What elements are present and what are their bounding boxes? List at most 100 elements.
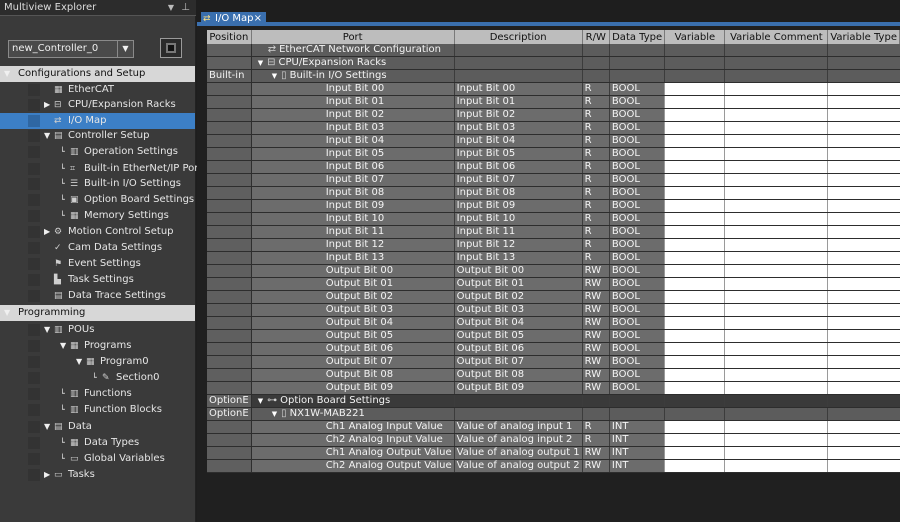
variable-comment-cell[interactable] <box>724 56 828 70</box>
table-row[interactable]: Input Bit 12 Input Bit 12 R BOOL <box>207 238 900 252</box>
variable-comment-cell[interactable] <box>724 355 828 369</box>
variable-type-cell[interactable] <box>827 433 900 447</box>
column-header-variable-comment[interactable]: Variable Comment <box>724 30 829 44</box>
variable-comment-cell[interactable] <box>724 173 828 187</box>
tab-io-map[interactable]: ⇄ I/O Map × <box>201 12 266 26</box>
variable-cell[interactable] <box>664 394 725 408</box>
variable-cell[interactable] <box>664 277 725 291</box>
variable-type-cell[interactable] <box>827 199 900 213</box>
variable-comment-cell[interactable] <box>724 134 828 148</box>
column-header-r-w[interactable]: R/W <box>582 30 610 44</box>
controller-status-button[interactable] <box>160 38 182 58</box>
variable-cell[interactable] <box>664 238 725 252</box>
table-row[interactable]: Input Bit 11 Input Bit 11 R BOOL <box>207 225 900 239</box>
variable-type-cell[interactable] <box>827 160 900 174</box>
variable-type-cell[interactable] <box>827 147 900 161</box>
table-row[interactable]: Output Bit 02 Output Bit 02 RW BOOL <box>207 290 900 304</box>
close-icon[interactable]: × <box>254 12 262 26</box>
variable-comment-cell[interactable] <box>724 277 828 291</box>
table-row[interactable]: ⇄ EtherCAT Network Configuration <box>207 44 900 57</box>
table-row[interactable]: Output Bit 09 Output Bit 09 RW BOOL <box>207 381 900 395</box>
variable-cell[interactable] <box>664 225 725 239</box>
tree-item-built-in-ethernet-ip-port[interactable]: └ ⌗ Built-in EtherNet/IP Port <box>0 161 202 177</box>
table-row[interactable]: Input Bit 13 Input Bit 13 R BOOL <box>207 251 900 265</box>
tree-item-data-trace-settings[interactable]: ▤ Data Trace Settings <box>0 288 195 304</box>
variable-type-cell[interactable] <box>827 251 900 265</box>
variable-cell[interactable] <box>664 316 725 330</box>
variable-type-cell[interactable] <box>827 316 900 330</box>
table-row[interactable]: Output Bit 07 Output Bit 07 RW BOOL <box>207 355 900 369</box>
variable-type-cell[interactable] <box>827 108 900 122</box>
table-row[interactable]: Ch1 Analog Input Value Value of analog in… <box>207 420 900 434</box>
variable-cell[interactable] <box>664 446 725 460</box>
chevron-down-icon[interactable]: ▼ <box>4 66 10 82</box>
chevron-down-icon[interactable]: ▼ <box>44 419 50 435</box>
chevron-down-icon[interactable]: ▼ <box>117 41 133 57</box>
variable-comment-cell[interactable] <box>724 459 828 473</box>
variable-type-cell[interactable] <box>827 329 900 343</box>
tree-item-tasks[interactable]: ▶ ▭ Tasks <box>0 467 195 483</box>
variable-type-cell[interactable] <box>827 290 900 304</box>
variable-comment-cell[interactable] <box>724 121 828 135</box>
variable-comment-cell[interactable] <box>724 368 828 382</box>
table-row[interactable]: OptionE ▼ ⊶ Option Board Settings <box>207 394 900 408</box>
variable-cell[interactable] <box>664 381 725 395</box>
chevron-down-icon[interactable]: ▼ <box>272 72 277 80</box>
table-row[interactable]: Output Bit 01 Output Bit 01 RW BOOL <box>207 277 900 291</box>
variable-comment-cell[interactable] <box>724 160 828 174</box>
variable-cell[interactable] <box>664 199 725 213</box>
table-row[interactable]: Ch2 Analog Output Value Value of analog o… <box>207 459 900 473</box>
chevron-down-icon[interactable]: ▼ <box>44 322 50 338</box>
variable-type-cell[interactable] <box>827 381 900 395</box>
explorer-menu-icon[interactable]: ▼ <box>168 0 174 16</box>
table-row[interactable]: Input Bit 08 Input Bit 08 R BOOL <box>207 186 900 200</box>
column-header-description[interactable]: Description <box>454 30 583 44</box>
variable-type-cell[interactable] <box>827 121 900 135</box>
variable-type-cell[interactable] <box>827 420 900 434</box>
table-row[interactable]: Ch1 Analog Output Value Value of analog o… <box>207 446 900 460</box>
variable-comment-cell[interactable] <box>724 199 828 213</box>
variable-type-cell[interactable] <box>827 355 900 369</box>
variable-cell[interactable] <box>664 186 725 200</box>
tree-item-data-types[interactable]: └ ▦ Data Types <box>0 435 195 451</box>
variable-type-cell[interactable] <box>827 95 900 109</box>
variable-comment-cell[interactable] <box>724 329 828 343</box>
variable-comment-cell[interactable] <box>724 303 828 317</box>
tree-item-functions[interactable]: └ ▥ Functions <box>0 386 195 402</box>
table-row[interactable]: Output Bit 08 Output Bit 08 RW BOOL <box>207 368 900 382</box>
tree-item-controller-setup[interactable]: ▼ ▤ Controller Setup <box>0 128 195 144</box>
variable-cell[interactable] <box>664 407 725 421</box>
variable-type-cell[interactable] <box>827 407 900 421</box>
chevron-right-icon[interactable]: ▶ <box>44 467 50 483</box>
variable-comment-cell[interactable] <box>724 446 828 460</box>
variable-comment-cell[interactable] <box>724 342 828 356</box>
chevron-down-icon[interactable]: ▼ <box>258 397 263 405</box>
pin-icon[interactable]: ⊥ <box>181 0 190 16</box>
variable-type-cell[interactable] <box>827 368 900 382</box>
chevron-down-icon[interactable]: ▼ <box>258 59 263 67</box>
variable-cell[interactable] <box>664 108 725 122</box>
column-header-variable[interactable]: Variable <box>664 30 726 44</box>
tree-item-cam-data-settings[interactable]: ✓ Cam Data Settings <box>0 240 195 256</box>
variable-cell[interactable] <box>664 264 725 278</box>
column-header-position[interactable]: Position <box>207 30 252 44</box>
variable-type-cell[interactable] <box>827 459 900 473</box>
variable-cell[interactable] <box>664 303 725 317</box>
variable-type-cell[interactable] <box>827 446 900 460</box>
table-row[interactable]: Output Bit 06 Output Bit 06 RW BOOL <box>207 342 900 356</box>
table-row[interactable]: Input Bit 07 Input Bit 07 R BOOL <box>207 173 900 187</box>
variable-comment-cell[interactable] <box>724 407 828 421</box>
table-row[interactable]: OptionE ▼ ▯ NX1W-MAB221 <box>207 407 900 421</box>
variable-cell[interactable] <box>664 251 725 265</box>
chevron-right-icon[interactable]: ▶ <box>44 97 50 113</box>
variable-comment-cell[interactable] <box>724 82 828 96</box>
variable-comment-cell[interactable] <box>724 420 828 434</box>
variable-cell[interactable] <box>664 459 725 473</box>
variable-cell[interactable] <box>664 420 725 434</box>
variable-cell[interactable] <box>664 368 725 382</box>
variable-cell[interactable] <box>664 160 725 174</box>
tree-item-event-settings[interactable]: ⚑ Event Settings <box>0 256 195 272</box>
tree-item-operation-settings[interactable]: └ ▥ Operation Settings <box>0 144 195 160</box>
variable-comment-cell[interactable] <box>724 264 828 278</box>
variable-cell[interactable] <box>664 342 725 356</box>
